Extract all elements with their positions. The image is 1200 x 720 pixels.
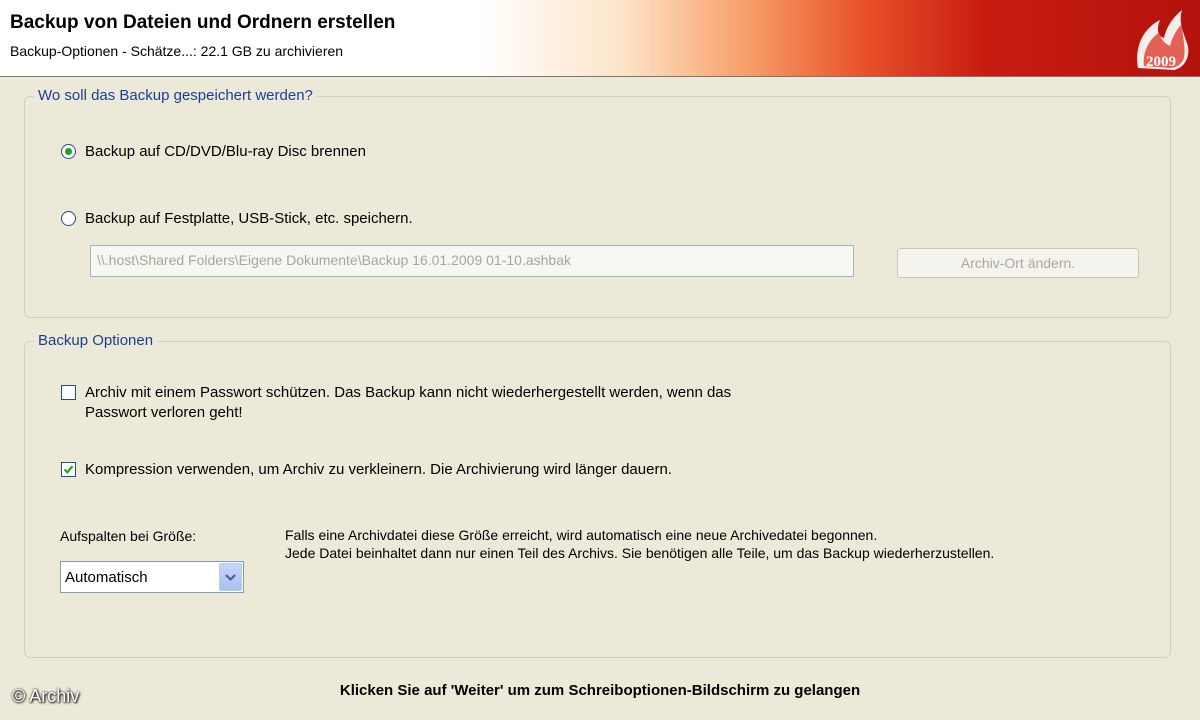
location-group: [24, 96, 1171, 318]
copyright-watermark: © Archiv: [12, 686, 80, 706]
wizard-header: Backup von Dateien und Ordnern erstellen…: [0, 0, 1200, 77]
location-group-legend: Wo soll das Backup gespeichert werden?: [34, 87, 317, 104]
password-checkbox[interactable]: [61, 385, 76, 400]
radio-save-harddisk-label[interactable]: Backup auf Festplatte, USB-Stick, etc. s…: [85, 210, 413, 227]
compression-checkbox[interactable]: [61, 462, 76, 477]
radio-burn-disc-label[interactable]: Backup auf CD/DVD/Blu-ray Disc brennen: [85, 143, 366, 160]
split-size-select[interactable]: Automatisch: [60, 561, 244, 593]
change-location-button[interactable]: Archiv-Ort ändern.: [897, 248, 1139, 278]
radio-burn-disc[interactable]: [61, 144, 76, 159]
page-title: Backup von Dateien und Ordnern erstellen: [10, 12, 396, 33]
split-info-line2: Jede Datei beinhaltet dann nur einen Tei…: [285, 545, 995, 561]
chevron-down-icon: [225, 574, 236, 582]
split-size-label: Aufspalten bei Größe:: [60, 528, 197, 544]
radio-save-harddisk[interactable]: [61, 211, 76, 226]
checkmark-icon: [63, 465, 74, 474]
archive-path-field: \\.host\Shared Folders\Eigene Dokumente\…: [90, 245, 854, 277]
split-info-line1: Falls eine Archivdatei diese Größe errei…: [285, 527, 878, 543]
split-size-value: Automatisch: [65, 569, 148, 586]
options-group-legend: Backup Optionen: [34, 332, 158, 349]
password-checkbox-label-line1[interactable]: Archiv mit einem Passwort schützen. Das …: [85, 384, 731, 401]
compression-checkbox-label[interactable]: Kompression verwenden, um Archiv zu verk…: [85, 461, 672, 478]
password-checkbox-label-line2[interactable]: Passwort verloren geht!: [85, 404, 243, 421]
logo-year: 2009: [1146, 54, 1176, 70]
page-subtitle: Backup-Optionen - Schätze...: 22.1 GB zu…: [10, 43, 344, 59]
dropdown-button[interactable]: [219, 563, 242, 591]
nero-logo-icon: 2009: [1137, 10, 1189, 70]
footer-hint: Klicken Sie auf 'Weiter' um zum Schreibo…: [339, 682, 861, 699]
